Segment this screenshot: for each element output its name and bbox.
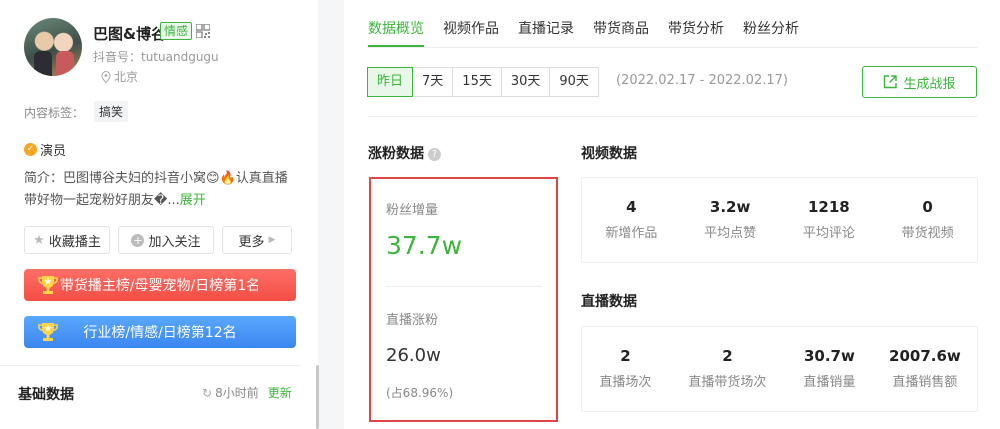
more-button[interactable]: 更多 ▶ [222, 226, 292, 254]
check-badge-icon: ✓ [24, 143, 37, 156]
role-text: 演员 [40, 144, 67, 159]
bio-expand-link[interactable]: 展开 [180, 193, 206, 208]
trophy-icon [38, 323, 58, 341]
updated-time: 8小时前 [215, 386, 259, 400]
role: ✓ 演员 [24, 140, 66, 159]
rank-banner-sales[interactable]: 带货播主榜/母婴宠物/日榜第1名 [24, 269, 296, 301]
panel-gap [318, 0, 344, 429]
tab-sales-analysis[interactable]: 带货分析 [668, 18, 724, 38]
live-fans-value: 26.0w [386, 345, 441, 366]
star-icon: ★ [33, 232, 45, 248]
stat-label: 直播销量 [803, 375, 856, 390]
bio: 简介：巴图博谷夫妇的抖音小窝😊🔥认真直播带好物一起宠粉好朋友�...展开 [24, 168, 294, 212]
stat-label: 平均评论 [802, 226, 855, 241]
douyin-id: 抖音号：tutuandgugu [93, 50, 219, 64]
divider [386, 286, 542, 287]
emotion-tag: 情感 [160, 22, 193, 40]
stat-label: 直播销售额 [892, 375, 958, 390]
fans-growth-value: 37.7w [386, 231, 463, 260]
live-fans-percent: (占68.96%) [386, 386, 454, 400]
range-7d[interactable]: 7天 [412, 67, 454, 97]
range-30d[interactable]: 30天 [500, 67, 551, 97]
stat-value: 4 [626, 198, 637, 216]
tab-fans-analysis[interactable]: 粉丝分析 [743, 18, 799, 38]
bio-prefix: 简介： [24, 171, 64, 186]
live-stats-card: 2 直播场次 2 直播带货场次 30.7w 直播销量 2007.6w 直播销售额 [581, 326, 978, 412]
video-section-title: 视频数据 [581, 146, 637, 162]
fans-section-title: 涨粉数据? [368, 143, 441, 163]
help-icon[interactable]: ? [428, 148, 441, 161]
chevron-right-icon: ▶ [268, 235, 276, 245]
basic-data-title: 基础数据 [18, 387, 74, 403]
location-pin-icon [101, 70, 111, 83]
stat-label: 直播场次 [599, 375, 652, 390]
divider [0, 365, 300, 366]
divider [368, 47, 978, 48]
stat-value: 2 [722, 347, 733, 365]
tab-products[interactable]: 带货商品 [593, 18, 649, 38]
generate-report-button[interactable]: 生成战报 [862, 66, 977, 98]
tab-bar: 数据概览 视频作品 直播记录 带货商品 带货分析 粉丝分析 [368, 18, 799, 38]
divider [368, 116, 978, 117]
stat-value: 0 [922, 198, 933, 216]
rank-banner-industry[interactable]: 行业榜/情感/日榜第12名 [24, 316, 296, 348]
refresh-icon: ↻ [202, 385, 213, 400]
stat-new-works: 4 新增作品 [582, 178, 681, 262]
collect-button[interactable]: ★ 收藏播主 [24, 226, 110, 254]
fans-growth-label: 粉丝增量 [386, 203, 439, 218]
date-range-selector: 昨日 7天 15天 30天 90天 [367, 67, 599, 97]
bio-text: 巴图博谷夫妇的抖音小窝😊🔥认真直播带好物一起宠粉好朋友�... [24, 171, 288, 208]
stat-avg-likes: 3.2w 平均点赞 [681, 178, 780, 262]
rank-banner-industry-text: 行业榜/情感/日榜第12名 [83, 325, 237, 341]
rank-banner-sales-text: 带货播主榜/母婴宠物/日榜第1名 [59, 278, 261, 294]
stat-value: 2 [620, 347, 631, 365]
stat-live-sessions: 2 直播场次 [582, 327, 669, 411]
range-15d[interactable]: 15天 [452, 67, 502, 97]
profile-name: 巴图&博谷 [93, 25, 167, 43]
qr-code-icon[interactable] [196, 24, 210, 38]
plus-circle-icon: + [131, 233, 145, 247]
follow-button[interactable]: + 加入关注 [118, 226, 214, 254]
fans-section-title-text: 涨粉数据 [368, 146, 424, 162]
stat-label: 平均点赞 [704, 226, 757, 241]
stat-value: 3.2w [709, 198, 751, 216]
live-fans-label: 直播涨粉 [386, 313, 439, 328]
more-button-label: 更多 [238, 234, 265, 250]
export-icon [884, 75, 898, 89]
stat-label: 带货视频 [901, 226, 954, 241]
live-section-title: 直播数据 [581, 294, 637, 310]
range-yesterday[interactable]: 昨日 [367, 67, 414, 97]
trophy-icon [38, 276, 58, 294]
stat-value: 1218 [808, 198, 850, 216]
update-link[interactable]: 更新 [268, 384, 292, 401]
follow-button-label: 加入关注 [148, 234, 201, 250]
stat-live-sales-sessions: 2 直播带货场次 [669, 327, 786, 411]
stat-live-volume: 30.7w 直播销量 [786, 327, 873, 411]
fans-growth-card: 粉丝增量 37.7w 直播涨粉 26.0w (占68.96%) [369, 177, 558, 422]
content-tag[interactable]: 搞笑 [94, 101, 129, 122]
tab-overview[interactable]: 数据概览 [368, 18, 424, 38]
stat-live-revenue: 2007.6w 直播销售额 [873, 327, 977, 411]
update-status: ↻ 8小时前 更新 [202, 384, 292, 401]
stat-value: 2007.6w [889, 347, 961, 365]
stat-sales-videos: 0 带货视频 [878, 178, 977, 262]
tab-live-records[interactable]: 直播记录 [518, 18, 574, 38]
date-range-text: (2022.02.17 - 2022.02.17) [616, 73, 788, 88]
stat-value: 30.7w [803, 347, 855, 365]
overview-panel: 数据概览 视频作品 直播记录 带货商品 带货分析 粉丝分析 昨日 7天 15天 … [344, 0, 1000, 429]
range-90d[interactable]: 90天 [549, 67, 599, 97]
scrollbar[interactable] [316, 365, 319, 429]
stat-avg-comments: 1218 平均评论 [780, 178, 879, 262]
content-tag-label: 内容标签： [24, 106, 85, 120]
generate-report-label: 生成战报 [903, 76, 956, 92]
stat-label: 新增作品 [605, 226, 658, 241]
avatar[interactable] [24, 18, 82, 76]
collect-button-label: 收藏播主 [48, 234, 101, 250]
profile-panel: 巴图&博谷 情感 抖音号：tutuandgugu 北京 内容标签： 搞笑 ✓ 演… [0, 0, 318, 429]
location: 北京 [101, 68, 138, 85]
video-stats-card: 4 新增作品 3.2w 平均点赞 1218 平均评论 0 带货视频 [581, 177, 978, 263]
tab-videos[interactable]: 视频作品 [443, 18, 499, 38]
location-text: 北京 [114, 70, 139, 84]
stat-label: 直播带货场次 [688, 375, 767, 390]
